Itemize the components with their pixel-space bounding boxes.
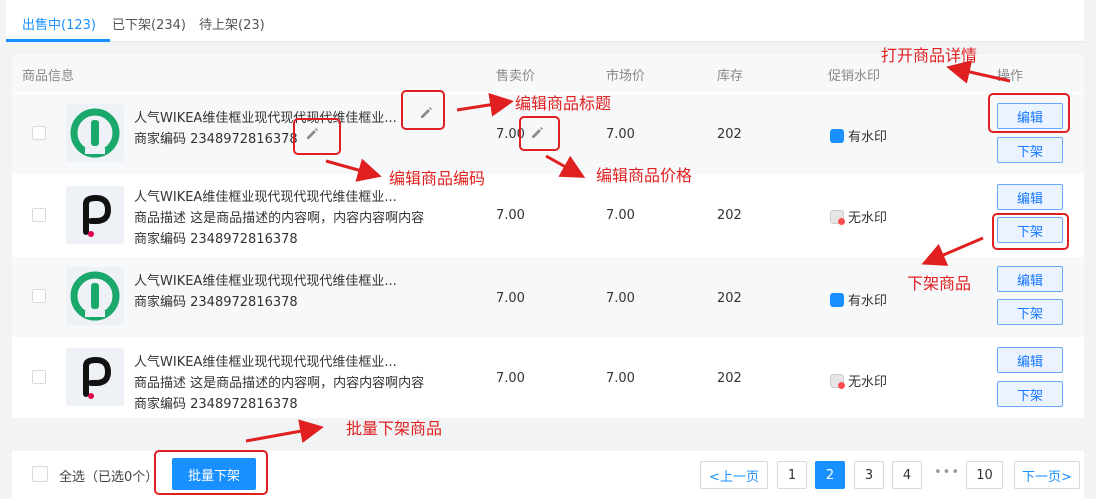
- table-row: 人气WIKEA维佳框业现代现代现代维佳框业... 商家编码 2348972816…: [12, 257, 1084, 337]
- page-3[interactable]: 3: [854, 461, 884, 489]
- product-code: 商家编码 2348972816378: [134, 295, 298, 310]
- row-checkbox[interactable]: [32, 208, 46, 222]
- offshelf-button[interactable]: 下架: [997, 299, 1063, 325]
- header-stock: 库存: [717, 69, 744, 84]
- product-title[interactable]: 人气WIKEA维佳框业现代现代现代维佳框业...: [134, 270, 397, 289]
- product-description: 商品描述 这是商品描述的内容啊，内容内容啊内容: [134, 211, 425, 226]
- green-logo-icon: [70, 108, 120, 158]
- page-4[interactable]: 4: [892, 461, 922, 489]
- row-checkbox[interactable]: [32, 126, 46, 140]
- select-all-label[interactable]: 全选（已选0个）: [59, 466, 158, 485]
- product-thumbnail[interactable]: [66, 186, 124, 244]
- product-title[interactable]: 人气WIKEA维佳框业现代现代现代维佳框业...: [134, 186, 397, 205]
- watermark-status: 有水印: [830, 126, 887, 145]
- next-page-button[interactable]: 下一页>: [1014, 461, 1080, 489]
- annotation-box-batch: [154, 450, 268, 495]
- header-actions: 操作: [997, 69, 1024, 84]
- annotation-edit-code: 编辑商品编码: [389, 169, 486, 188]
- product-thumbnail[interactable]: [66, 104, 124, 162]
- edit-button[interactable]: 编辑: [997, 266, 1063, 292]
- watermark-off-icon: [830, 209, 845, 225]
- table-row: 人气WIKEA维佳框业现代现代现代维佳框业... 商品描述 这是商品描述的内容啊…: [12, 338, 1084, 418]
- market-price: 7.00: [606, 291, 635, 306]
- edit-button[interactable]: 编辑: [997, 184, 1063, 210]
- sale-price: 7.00: [496, 291, 525, 306]
- product-code: 商家编码 2348972816378: [134, 132, 298, 147]
- watermark-status: 无水印: [830, 207, 887, 226]
- header-product-info: 商品信息: [22, 69, 75, 84]
- offshelf-button[interactable]: 下架: [997, 137, 1063, 163]
- annotation-offshelf: 下架商品: [907, 274, 972, 293]
- annotation-box-edit: [988, 93, 1070, 133]
- green-logo-icon: [70, 271, 120, 321]
- prev-page-button[interactable]: <上一页: [700, 461, 768, 489]
- sale-price: 7.00: [496, 371, 525, 386]
- status-tabs: 出售中(123) 已下架(234) 待上架(23): [6, 0, 1084, 42]
- page-1[interactable]: 1: [777, 461, 807, 489]
- annotation-box-title: [401, 90, 445, 130]
- watermark-label: 有水印: [848, 130, 888, 145]
- watermark-label: 无水印: [848, 375, 888, 390]
- header-price: 售卖价: [496, 69, 536, 84]
- watermark-off-icon: [830, 373, 845, 389]
- tab-pending[interactable]: 待上架(23): [199, 14, 265, 33]
- annotation-edit-title: 编辑商品标题: [515, 94, 612, 113]
- pagination-ellipsis: •••: [934, 465, 961, 480]
- header-market-price: 市场价: [606, 69, 646, 84]
- market-price: 7.00: [606, 371, 635, 386]
- offshelf-button[interactable]: 下架: [997, 381, 1063, 407]
- watermark-label: 有水印: [848, 294, 888, 309]
- annotation-box-code: [293, 118, 341, 155]
- p-logo-icon: [83, 356, 112, 399]
- select-all-checkbox[interactable]: [32, 466, 48, 482]
- p-logo-icon: [83, 194, 112, 237]
- market-price: 7.00: [606, 208, 635, 223]
- page-2[interactable]: 2: [815, 461, 845, 489]
- arrow-batch-offshelf: [245, 419, 324, 444]
- sale-price: 7.00: [496, 208, 525, 223]
- product-description: 商品描述 这是商品描述的内容啊，内容内容啊内容: [134, 376, 425, 391]
- stock-count: 202: [717, 208, 742, 223]
- annotation-box-price: [519, 116, 560, 151]
- stock-count: 202: [717, 371, 742, 386]
- market-price: 7.00: [606, 127, 635, 142]
- annotation-box-offshelf: [992, 213, 1069, 250]
- table-row: 人气WIKEA维佳框业现代现代现代维佳框业... 商品描述 这是商品描述的内容啊…: [12, 176, 1084, 256]
- tab-off-shelf[interactable]: 已下架(234): [112, 14, 186, 33]
- tab-on-sale[interactable]: 出售中(123): [22, 14, 96, 33]
- product-title[interactable]: 人气WIKEA维佳框业现代现代现代维佳框业...: [134, 351, 397, 370]
- watermark-status: 无水印: [830, 371, 887, 390]
- edit-button[interactable]: 编辑: [997, 347, 1063, 373]
- product-title[interactable]: 人气WIKEA维佳框业现代现代现代维佳框业...: [134, 107, 397, 126]
- watermark-status: 有水印: [830, 290, 887, 309]
- watermark-label: 无水印: [848, 211, 888, 226]
- active-tab-indicator: [6, 39, 110, 42]
- header-watermark: 促销水印: [828, 69, 881, 84]
- page-10[interactable]: 10: [966, 461, 1003, 489]
- watermark-on-icon: [830, 128, 844, 143]
- annotation-edit-price: 编辑商品价格: [596, 166, 693, 185]
- row-checkbox[interactable]: [32, 370, 46, 384]
- product-thumbnail[interactable]: [66, 348, 124, 406]
- watermark-on-icon: [830, 292, 844, 307]
- annotation-open-detail: 打开商品详情: [881, 46, 978, 65]
- product-code: 商家编码 2348972816378: [134, 232, 298, 247]
- product-code: 商家编码 2348972816378: [134, 397, 298, 412]
- annotation-batch-offshelf: 批量下架商品: [346, 419, 443, 438]
- row-checkbox[interactable]: [32, 289, 46, 303]
- stock-count: 202: [717, 127, 742, 142]
- product-thumbnail[interactable]: [66, 267, 124, 325]
- stock-count: 202: [717, 291, 742, 306]
